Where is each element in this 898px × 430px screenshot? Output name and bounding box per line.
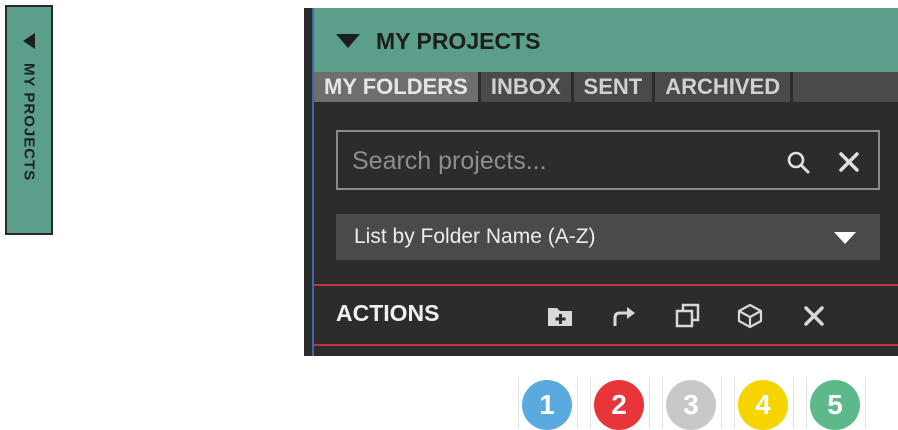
tab-my-folders[interactable]: MY FOLDERS [314, 72, 481, 102]
callout-badge-4: 4 [738, 380, 788, 430]
tab-sent[interactable]: SENT [574, 72, 656, 102]
expand-arrow-icon[interactable] [23, 33, 35, 49]
folder-tabs: MY FOLDERS INBOX SENT ARCHIVED [314, 72, 898, 102]
collapsed-tab-label: MY PROJECTS [20, 63, 38, 182]
package-icon[interactable] [736, 302, 764, 330]
panel-title: MY PROJECTS [376, 28, 541, 54]
callout-badge-2: 2 [594, 380, 644, 430]
callout-badge-5: 5 [810, 380, 860, 430]
tab-archived[interactable]: ARCHIVED [655, 72, 794, 102]
search-box [336, 130, 880, 190]
chevron-down-icon [834, 232, 856, 244]
callout-badge-1: 1 [522, 380, 572, 430]
duplicate-icon[interactable] [674, 302, 702, 330]
search-icon[interactable] [786, 150, 810, 174]
tab-inbox[interactable]: INBOX [481, 72, 574, 102]
sort-dropdown[interactable]: List by Folder Name (A-Z) [336, 214, 880, 260]
actions-bar: ACTIONS [314, 284, 898, 346]
callout-3: 3 [662, 378, 722, 430]
callout-badge-3: 3 [666, 380, 716, 430]
callout-1: 1 [518, 378, 578, 430]
share-icon[interactable] [610, 302, 638, 330]
collapse-triangle-icon[interactable] [336, 34, 360, 48]
add-folder-icon[interactable] [546, 302, 574, 330]
actions-title: ACTIONS [336, 300, 440, 326]
clear-search-icon[interactable] [838, 151, 860, 173]
panel-header[interactable]: MY PROJECTS [314, 8, 898, 72]
close-icon[interactable] [800, 302, 828, 330]
search-input[interactable] [350, 142, 774, 180]
callout-2: 2 [590, 378, 650, 430]
callout-4: 4 [734, 378, 794, 430]
sort-dropdown-value: List by Folder Name (A-Z) [354, 225, 596, 248]
callout-5: 5 [806, 378, 866, 430]
collapsed-projects-tab[interactable]: MY PROJECTS [5, 5, 53, 235]
